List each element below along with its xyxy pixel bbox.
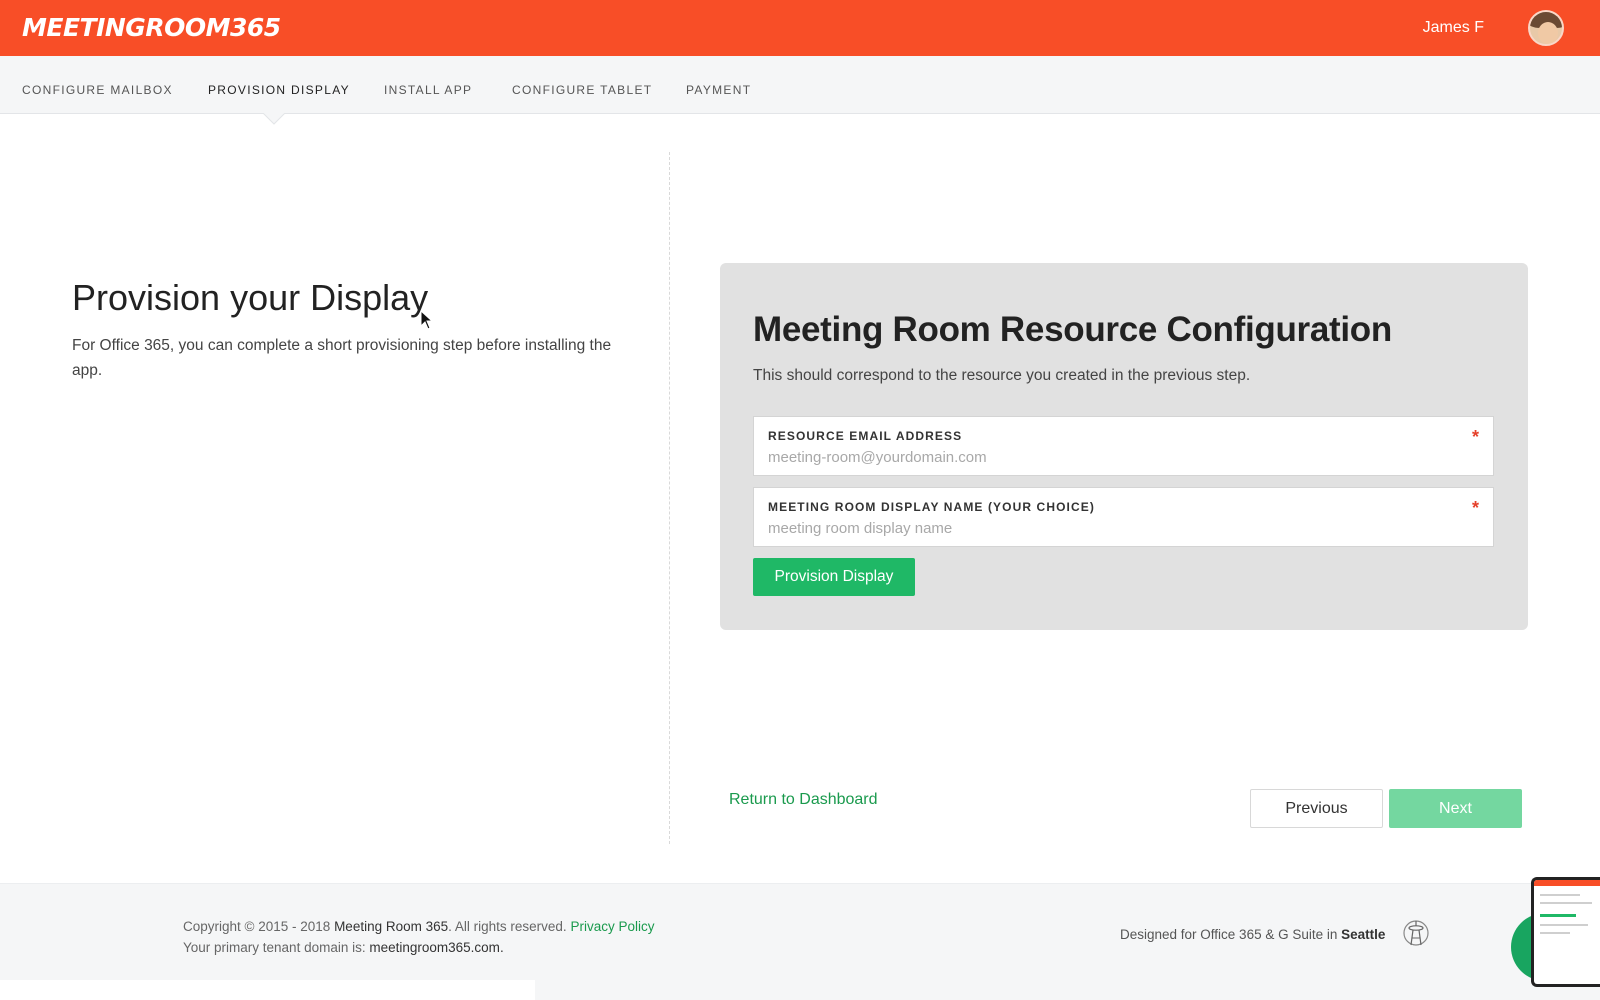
tenant-line: Your primary tenant domain is: meetingro… <box>183 939 504 957</box>
space-needle-icon <box>1403 920 1429 946</box>
page-title: Provision your Display <box>72 277 429 318</box>
step-configure-mailbox[interactable]: CONFIGURE MAILBOX <box>22 83 173 97</box>
provision-display-button[interactable]: Provision Display <box>753 558 915 596</box>
resource-email-input[interactable] <box>768 447 1468 467</box>
city-name: Seattle <box>1341 927 1386 942</box>
designed-label: Designed for Office 365 & G Suite in <box>1120 927 1338 942</box>
config-subtitle: This should correspond to the resource y… <box>753 367 1251 384</box>
display-name-label: MEETING ROOM DISPLAY NAME (YOUR CHOICE) <box>768 500 1095 514</box>
resource-email-field[interactable]: RESOURCE EMAIL ADDRESS * <box>753 416 1494 476</box>
company-name: Meeting Room 365 <box>334 919 449 934</box>
app-logo[interactable]: MEETINGROOM365 <box>22 13 281 43</box>
step-navigation: CONFIGURE MAILBOX PROVISION DISPLAY INST… <box>0 56 1600 114</box>
tenant-domain: meetingroom365.com <box>369 940 500 955</box>
step-provision-display[interactable]: PROVISION DISPLAY <box>208 83 350 97</box>
step-payment[interactable]: PAYMENT <box>686 83 751 97</box>
preview-thumbnail[interactable] <box>1531 877 1600 987</box>
config-title: Meeting Room Resource Configuration <box>753 310 1392 349</box>
step-install-app[interactable]: INSTALL APP <box>384 83 472 97</box>
display-name-field[interactable]: MEETING ROOM DISPLAY NAME (YOUR CHOICE) … <box>753 487 1494 547</box>
thumbnail-accent <box>1540 914 1576 917</box>
copyright-line: Copyright © 2015 - 2018 Meeting Room 365… <box>183 918 654 936</box>
rights-text: . All rights reserved. <box>448 919 567 934</box>
avatar-face <box>1538 22 1558 44</box>
page-description: For Office 365, you can complete a short… <box>72 337 612 379</box>
thumbnail-header <box>1534 880 1600 886</box>
resource-config-card: Meeting Room Resource Configuration This… <box>720 263 1528 630</box>
required-marker: * <box>1471 427 1479 447</box>
active-step-caret-icon <box>263 113 285 125</box>
bottom-white-strip <box>0 980 535 1000</box>
thumbnail-line <box>1540 924 1588 926</box>
next-button[interactable]: Next <box>1389 789 1522 828</box>
display-name-input[interactable] <box>768 518 1468 538</box>
user-name[interactable]: James F <box>1423 19 1484 37</box>
column-divider <box>669 152 670 844</box>
tenant-suffix: . <box>499 940 504 955</box>
step-configure-tablet[interactable]: CONFIGURE TABLET <box>512 83 652 97</box>
tenant-label: Your primary tenant domain is: <box>183 940 366 955</box>
copyright-text: Copyright © 2015 - 2018 <box>183 919 331 934</box>
privacy-policy-link[interactable]: Privacy Policy <box>570 919 654 934</box>
required-marker: * <box>1471 498 1479 518</box>
avatar[interactable] <box>1528 10 1564 46</box>
designed-for-text: Designed for Office 365 & G Suite in Sea… <box>1120 926 1385 944</box>
return-to-dashboard-link[interactable]: Return to Dashboard <box>729 791 878 809</box>
thumbnail-line <box>1540 894 1580 896</box>
thumbnail-line <box>1540 902 1592 904</box>
resource-email-label: RESOURCE EMAIL ADDRESS <box>768 429 963 443</box>
top-bar: MEETINGROOM365 James F <box>0 0 1600 56</box>
previous-button[interactable]: Previous <box>1250 789 1383 828</box>
mouse-cursor-icon <box>420 310 434 330</box>
thumbnail-line <box>1540 932 1570 934</box>
